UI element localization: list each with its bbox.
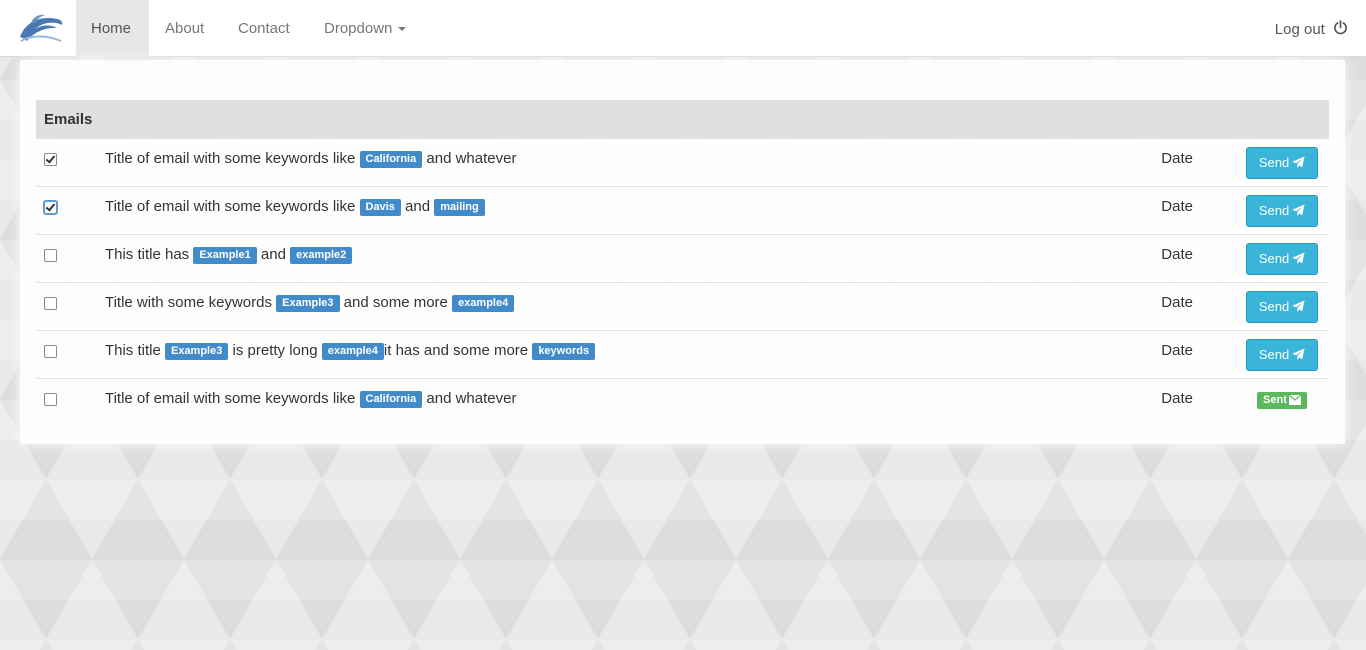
envelope-icon	[1288, 394, 1302, 405]
checkbox-cell	[36, 378, 97, 427]
nav-dropdown[interactable]: Dropdown	[309, 0, 421, 57]
email-title[interactable]: This title Example3 is pretty long examp…	[96, 330, 1154, 379]
title-text: Title with some keywords	[104, 294, 277, 311]
sent-badge: Sent	[1257, 392, 1307, 409]
email-title[interactable]: Title with some keywords Example3 and so…	[96, 282, 1154, 331]
email-date: Date	[1153, 330, 1239, 379]
paper-plane-icon	[1292, 156, 1305, 169]
title-text: and	[400, 198, 435, 215]
send-button[interactable]: Send	[1246, 339, 1319, 371]
title-text: Title of email with some keywords like	[104, 198, 360, 215]
action-cell: Send	[1238, 186, 1329, 235]
keyword-label: Example3	[164, 343, 229, 360]
table-row: This title Example3 is pretty long examp…	[36, 330, 1329, 379]
table-row: This title has Example1 and example2 Date…	[36, 234, 1329, 283]
email-date: Date	[1153, 234, 1239, 283]
caret-down-icon	[398, 27, 407, 32]
keyword-label: California	[359, 151, 423, 168]
action-cell: Send	[1238, 138, 1329, 187]
power-icon	[1334, 20, 1347, 35]
title-text: Title of email with some keywords like	[104, 390, 360, 407]
title-text: Title of email with some keywords like	[104, 150, 360, 167]
send-button[interactable]: Send	[1246, 243, 1319, 275]
checkbox-cell	[36, 234, 97, 283]
checkbox-cell	[36, 138, 97, 187]
email-title[interactable]: Title of email with some keywords like D…	[96, 186, 1154, 235]
send-label: Send	[1258, 155, 1290, 170]
send-label: Send	[1258, 299, 1290, 314]
action-cell: Send	[1238, 234, 1329, 283]
send-label: Send	[1258, 251, 1290, 266]
paper-plane-icon	[1292, 204, 1305, 217]
title-text: is pretty long	[228, 342, 322, 359]
sent-label-text: Sent	[1263, 394, 1287, 406]
keyword-label: example4	[321, 343, 384, 360]
email-title[interactable]: Title of email with some keywords like C…	[96, 378, 1154, 427]
keyword-label: keywords	[532, 343, 596, 360]
send-button[interactable]: Send	[1246, 147, 1319, 179]
nav-dropdown-label: Dropdown	[324, 20, 393, 37]
email-date: Date	[1153, 378, 1239, 427]
keyword-label: Example1	[193, 247, 257, 264]
title-text: This title has	[104, 246, 194, 263]
email-title[interactable]: This title has Example1 and example2	[96, 234, 1154, 283]
row-checkbox[interactable]	[44, 345, 57, 358]
title-text: and some more	[339, 294, 453, 311]
checkbox-cell	[36, 330, 97, 379]
keyword-label: Example3	[276, 295, 340, 312]
title-text: and	[256, 246, 291, 263]
title-text: and whatever	[422, 390, 517, 407]
dolphin-logo-icon[interactable]	[8, 0, 74, 57]
nav-about[interactable]: About	[150, 0, 219, 57]
paper-plane-icon	[1292, 252, 1305, 265]
table-row: Title of email with some keywords like C…	[36, 138, 1329, 187]
table-header: Emails	[36, 100, 1329, 139]
nav-contact[interactable]: Contact	[223, 0, 305, 57]
logout-label: Log out	[1274, 21, 1325, 38]
table-row: Title of email with some keywords like D…	[36, 186, 1329, 235]
row-checkbox[interactable]	[44, 249, 57, 262]
email-date: Date	[1153, 186, 1239, 235]
keyword-label: California	[359, 391, 423, 408]
email-date: Date	[1153, 138, 1239, 187]
nav-home[interactable]: Home	[76, 0, 149, 57]
send-label: Send	[1258, 203, 1290, 218]
title-text: This title	[104, 342, 165, 359]
send-button[interactable]: Send	[1246, 291, 1319, 323]
row-checkbox[interactable]	[44, 153, 57, 166]
send-button[interactable]: Send	[1246, 195, 1319, 227]
keyword-label: Davis	[359, 199, 401, 216]
table-row: Title with some keywords Example3 and so…	[36, 282, 1329, 331]
email-date: Date	[1153, 282, 1239, 331]
keyword-label: example4	[452, 295, 515, 312]
email-title[interactable]: Title of email with some keywords like C…	[96, 138, 1154, 187]
row-checkbox[interactable]	[44, 393, 57, 406]
checkbox-cell	[36, 282, 97, 331]
row-checkbox[interactable]	[44, 297, 57, 310]
action-cell: Sent	[1238, 378, 1329, 427]
paper-plane-icon	[1292, 300, 1305, 313]
emails-panel: Emails Title of email with some keywords…	[20, 60, 1345, 444]
title-text: and whatever	[422, 150, 517, 167]
title-text: it has and some more	[383, 342, 533, 359]
action-cell: Send	[1238, 282, 1329, 331]
paper-plane-icon	[1292, 348, 1305, 361]
send-label: Send	[1258, 347, 1290, 362]
row-checkbox[interactable]	[44, 201, 57, 214]
keyword-label: mailing	[434, 199, 485, 216]
checkbox-cell	[36, 186, 97, 235]
action-cell: Send	[1238, 330, 1329, 379]
emails-table: Emails Title of email with some keywords…	[36, 100, 1329, 427]
logout-link[interactable]: Log out	[1275, 0, 1348, 60]
navbar: Home About Contact Dropdown Log out	[0, 0, 1366, 57]
keyword-label: example2	[290, 247, 353, 264]
table-row: Title of email with some keywords like C…	[36, 378, 1329, 427]
